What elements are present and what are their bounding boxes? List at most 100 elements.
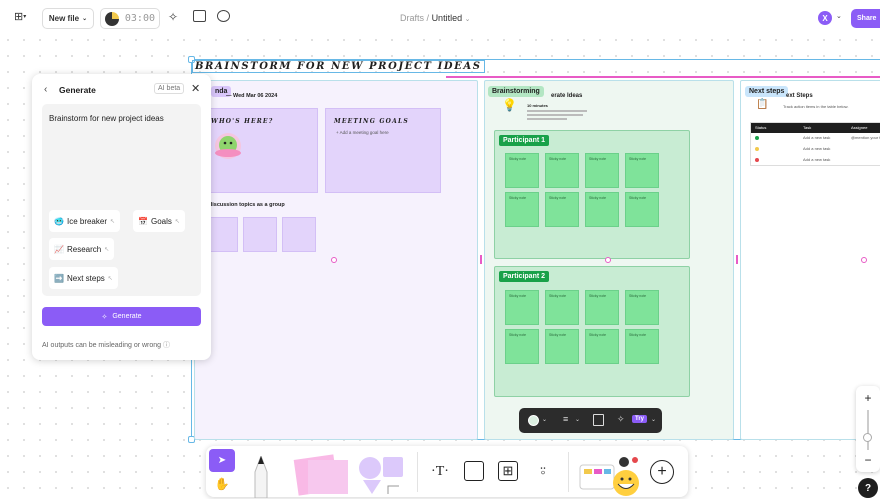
participant-sticky-note[interactable]: Sticky note bbox=[625, 290, 659, 325]
collaborator-selection-line bbox=[446, 76, 880, 78]
chevron-down-icon[interactable]: ⌄ bbox=[575, 416, 580, 423]
comment-icon[interactable] bbox=[217, 10, 230, 22]
zoom-in-icon[interactable]: + bbox=[856, 390, 880, 406]
zoom-control: + − bbox=[856, 386, 880, 472]
arrow-icon: ↖ bbox=[104, 246, 110, 253]
participant-1-label[interactable]: Participant 1 bbox=[499, 135, 550, 146]
participant-sticky-note[interactable]: Sticky note bbox=[545, 290, 579, 325]
help-button[interactable]: ? bbox=[858, 478, 878, 498]
zoom-slider-thumb[interactable] bbox=[863, 433, 872, 442]
sticky-note-text: Sticky note bbox=[589, 157, 607, 161]
prompt-text: Brainstorm for new project ideas bbox=[49, 114, 164, 123]
zoom-slider-track[interactable] bbox=[867, 410, 869, 450]
assignee-cell[interactable]: @mention your te bbox=[851, 135, 880, 140]
more-tools-plus-icon[interactable]: + bbox=[650, 460, 674, 484]
chip-label: Next steps bbox=[66, 273, 105, 283]
table-tool-icon[interactable]: ⊞ bbox=[498, 461, 518, 481]
participant-sticky-note[interactable]: Sticky note bbox=[505, 153, 539, 188]
topic-sticky-note[interactable] bbox=[208, 217, 238, 252]
frame-icon[interactable] bbox=[593, 414, 604, 426]
participant-sticky-note[interactable]: Sticky note bbox=[625, 329, 659, 364]
participant-sticky-note[interactable]: Sticky note bbox=[585, 192, 619, 227]
participant-sticky-note[interactable]: Sticky note bbox=[585, 290, 619, 325]
chip-ice-breaker[interactable]: 🥶 Ice breaker ↖ bbox=[49, 210, 121, 232]
color-picker-icon[interactable] bbox=[528, 415, 539, 426]
section-resize-handle[interactable] bbox=[736, 255, 738, 264]
connector-handle[interactable] bbox=[605, 257, 611, 263]
task-cell[interactable]: Add a new task bbox=[803, 135, 830, 140]
sticker-image[interactable] bbox=[211, 130, 245, 162]
back-icon[interactable]: ‹ bbox=[44, 84, 47, 95]
sticky-note-text: Sticky note bbox=[509, 196, 527, 200]
calendar-icon: 📅 bbox=[138, 216, 148, 226]
participant-sticky-note[interactable]: Sticky note bbox=[585, 153, 619, 188]
next-steps-tag[interactable]: Next steps bbox=[745, 86, 789, 97]
pen-tool-icon[interactable] bbox=[250, 456, 272, 498]
chevron-down-icon[interactable]: ⌄ bbox=[542, 416, 547, 423]
connector-handle[interactable] bbox=[331, 257, 337, 263]
column-header-task: Task bbox=[803, 125, 812, 130]
status-dot[interactable] bbox=[755, 147, 759, 151]
participant-sticky-note[interactable]: Sticky note bbox=[505, 329, 539, 364]
text-tool-icon[interactable]: ·T· bbox=[428, 460, 452, 484]
connector-handle[interactable] bbox=[861, 257, 867, 263]
tasks-table[interactable]: Status Task Assignee Add a new task @ment… bbox=[750, 122, 880, 166]
section-resize-handle[interactable] bbox=[480, 255, 482, 264]
status-dot[interactable] bbox=[755, 136, 759, 140]
task-cell[interactable]: Add a new task bbox=[803, 146, 830, 151]
shape-tool-icon[interactable] bbox=[356, 454, 406, 496]
ai-sparkle-icon[interactable]: ✧ bbox=[617, 414, 625, 425]
add-goal-text[interactable]: + Add a meeting goal here bbox=[336, 130, 389, 135]
chip-research[interactable]: 📈 Research ↖ bbox=[49, 238, 115, 260]
participant-sticky-note[interactable]: Sticky note bbox=[545, 153, 579, 188]
topic-sticky-note[interactable] bbox=[282, 217, 316, 252]
generate-panel: ‹ Generate AI beta ✕ Brainstorm for new … bbox=[32, 74, 211, 360]
participant-2-label[interactable]: Participant 2 bbox=[499, 271, 550, 282]
sticky-note-tool-icon[interactable] bbox=[286, 452, 354, 496]
chevron-down-icon: ⌄ bbox=[82, 16, 88, 22]
chevron-down-icon[interactable]: ⌄ bbox=[836, 12, 842, 20]
participant-sticky-note[interactable]: Sticky note bbox=[505, 192, 539, 227]
frame-title[interactable]: BRAINSTORM FOR NEW PROJECT IDEAS bbox=[192, 60, 485, 73]
avatar[interactable]: X bbox=[818, 11, 832, 25]
sticky-note-text: Sticky note bbox=[509, 294, 527, 298]
participant-sticky-note[interactable]: Sticky note bbox=[545, 192, 579, 227]
timer-button[interactable]: 03:00 bbox=[100, 8, 160, 29]
widgets-tool-icon[interactable] bbox=[578, 453, 646, 497]
breadcrumb-file-name[interactable]: Untitled bbox=[432, 13, 463, 23]
sticky-note-text: Sticky note bbox=[589, 196, 607, 200]
main-menu-icon[interactable]: ⊞ ▾ bbox=[14, 10, 26, 23]
new-file-button[interactable]: New file ⌄ bbox=[42, 8, 94, 29]
try-badge[interactable]: Try bbox=[632, 415, 648, 423]
brainstorming-tag[interactable]: Brainstorming bbox=[488, 86, 544, 97]
generate-button[interactable]: ✧ Generate bbox=[42, 307, 201, 326]
info-icon[interactable]: ⓘ bbox=[163, 342, 170, 349]
divider bbox=[417, 452, 418, 492]
hand-tool-icon[interactable]: ✋ bbox=[211, 474, 233, 494]
chevron-down-icon[interactable]: ⌄ bbox=[465, 16, 471, 23]
generate-button-label: Generate bbox=[112, 313, 142, 320]
close-icon[interactable]: ✕ bbox=[191, 82, 200, 95]
section-tool-icon[interactable] bbox=[464, 461, 484, 481]
participant-sticky-note[interactable]: Sticky note bbox=[505, 290, 539, 325]
sticky-note-text: Sticky note bbox=[549, 333, 567, 337]
share-button[interactable]: Share bbox=[851, 9, 880, 28]
participant-sticky-note[interactable]: Sticky note bbox=[625, 153, 659, 188]
layout-icon[interactable] bbox=[193, 10, 206, 22]
task-cell[interactable]: Add a new task bbox=[803, 157, 830, 162]
breadcrumb-drafts[interactable]: Drafts bbox=[400, 13, 424, 23]
participant-sticky-note[interactable]: Sticky note bbox=[545, 329, 579, 364]
align-icon[interactable]: ≡ bbox=[563, 414, 568, 424]
participant-sticky-note[interactable]: Sticky note bbox=[625, 192, 659, 227]
stamp-tool-icon[interactable]: ⍤ bbox=[533, 460, 553, 482]
sticky-note-text: Sticky note bbox=[549, 157, 567, 161]
chip-goals[interactable]: 📅 Goals ↖ bbox=[133, 210, 185, 232]
zoom-out-icon[interactable]: − bbox=[856, 452, 880, 468]
status-dot[interactable] bbox=[755, 158, 759, 162]
chevron-down-icon[interactable]: ⌄ bbox=[651, 416, 656, 423]
ai-sparkle-icon[interactable]: ✧ bbox=[168, 10, 178, 24]
chip-next-steps[interactable]: ➡️ Next steps ↖ bbox=[49, 267, 118, 289]
participant-sticky-note[interactable]: Sticky note bbox=[585, 329, 619, 364]
topic-sticky-note[interactable] bbox=[243, 217, 277, 252]
move-tool-icon[interactable]: ➤ bbox=[209, 449, 235, 472]
